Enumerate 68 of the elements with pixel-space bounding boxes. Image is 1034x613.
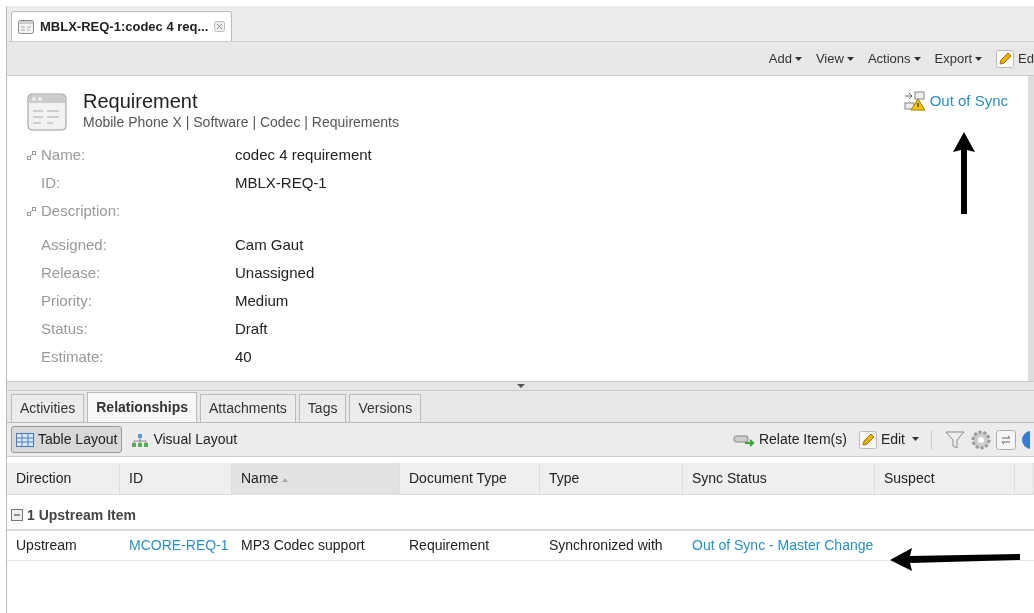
tab[interactable]: Relationships [87, 392, 198, 422]
tab[interactable]: Activities [11, 394, 85, 422]
table-link[interactable]: MCORE-REQ-1 [120, 531, 232, 561]
link-icon [27, 206, 36, 216]
refresh-icon[interactable] [996, 429, 1016, 450]
field-value: Cam Gaut [235, 234, 304, 255]
pencil-icon [858, 430, 877, 449]
table-cell: MP3 Codec support [232, 531, 400, 561]
field-value: MBLX-REQ-1 [235, 172, 327, 193]
menu-button[interactable]: View [815, 48, 854, 69]
layout-button[interactable]: Visual Layout [126, 426, 243, 453]
requirement-icon [27, 92, 67, 131]
sync-status-link[interactable]: Out of Sync [903, 90, 1008, 113]
link-icon [27, 150, 36, 160]
field-label: Estimate: [41, 346, 104, 367]
breadcrumb: Mobile Phone X | Software | Codec | Requirements [83, 113, 399, 132]
layout-button[interactable]: Table Layout [11, 426, 123, 453]
field-label: ID: [41, 172, 61, 193]
window-icon [18, 19, 34, 34]
table-link[interactable]: Out of Sync - Master Change [683, 531, 875, 561]
caret-icon [794, 56, 802, 62]
field-label: Priority: [41, 290, 92, 311]
caret-icon [846, 56, 854, 62]
edit-button[interactable]: Edit [858, 429, 919, 450]
visual-layout-icon [131, 432, 150, 447]
document-tab[interactable]: MBLX-REQ-1:codec 4 req... [11, 11, 233, 41]
column-header[interactable]: Suspect [875, 463, 1015, 495]
field-label: Status: [41, 318, 88, 339]
filter-icon[interactable] [944, 428, 966, 451]
field-value: Draft [235, 318, 268, 339]
column-header[interactable]: Sync Status [683, 463, 875, 495]
caret-icon [975, 56, 983, 62]
menu-button[interactable]: Export [934, 48, 983, 69]
field-label: Release: [41, 262, 101, 283]
page-title: Requirement [83, 90, 199, 112]
column-header[interactable]: Direction [7, 463, 120, 495]
help-icon[interactable] [1020, 428, 1030, 451]
caret-icon [913, 56, 921, 62]
group-title: 1 Upstream Item [27, 505, 136, 525]
field-label: Description: [41, 200, 121, 221]
header-background [1015, 463, 1034, 495]
tab[interactable]: Tags [298, 394, 347, 422]
tab[interactable]: Attachments [200, 394, 296, 422]
field-label: Name: [41, 144, 86, 165]
edit-button[interactable]: Ed [996, 48, 1034, 69]
collapse-icon[interactable] [11, 509, 23, 521]
field-value: codec 4 requirement [235, 144, 372, 165]
column-header[interactable]: Document Type [400, 463, 540, 495]
menu-button[interactable]: Actions [867, 48, 921, 69]
relate-icon [732, 432, 755, 447]
column-header[interactable]: Name [232, 463, 400, 495]
settings-icon[interactable] [970, 428, 992, 451]
tab[interactable]: Versions [349, 394, 422, 422]
field-label: Assigned: [41, 234, 107, 255]
table-layout-icon [16, 432, 34, 447]
warning-icon [903, 91, 926, 112]
table-cell: Requirement [400, 531, 540, 561]
field-value: Unassigned [235, 262, 315, 283]
field-value: 40 [235, 346, 252, 367]
table-cell: Upstream [7, 531, 120, 561]
field-value: Medium [235, 290, 289, 311]
column-header[interactable]: ID [120, 463, 232, 495]
table-cell: Synchronized with [540, 531, 683, 561]
relate-items-button[interactable]: Relate Item(s) [732, 429, 847, 450]
column-header[interactable]: Type [540, 463, 683, 495]
menu-button[interactable]: Add [768, 48, 802, 69]
close-icon[interactable] [214, 21, 226, 32]
caret-icon [912, 437, 919, 442]
